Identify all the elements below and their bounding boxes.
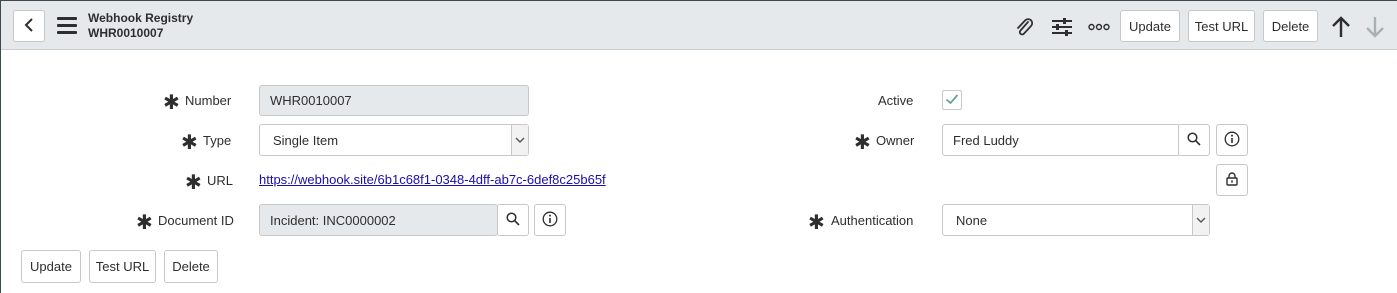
owner-value: Fred Luddy xyxy=(953,132,1019,148)
document-id-value: Incident: INC0000002 xyxy=(270,212,396,228)
required-icon: ✱ xyxy=(181,132,198,154)
document-id-info-button[interactable] xyxy=(534,204,566,236)
url-link[interactable]: https://webhook.site/6b1c68f1-0348-4dff-… xyxy=(259,172,606,187)
search-icon xyxy=(1187,131,1201,149)
search-icon xyxy=(506,211,520,229)
type-select[interactable]: Single Item xyxy=(259,124,529,156)
more-icon[interactable] xyxy=(1087,16,1111,38)
type-label: Type xyxy=(203,133,232,148)
delete-button[interactable]: Delete xyxy=(1263,10,1318,42)
paperclip-icon[interactable] xyxy=(1011,14,1037,40)
number-label: Number xyxy=(185,93,232,108)
owner-info-button[interactable] xyxy=(1216,124,1248,156)
url-lock-button[interactable] xyxy=(1216,164,1248,196)
owner-label: Owner xyxy=(876,133,915,148)
footer-delete-button[interactable]: Delete xyxy=(164,250,218,283)
active-checkbox[interactable] xyxy=(942,90,962,110)
required-icon: ✱ xyxy=(808,212,825,234)
page-title: Webhook Registry xyxy=(88,11,194,25)
type-value: Single Item xyxy=(273,132,339,148)
menu-icon[interactable] xyxy=(57,17,77,35)
info-icon xyxy=(1224,131,1240,150)
chevron-down-icon xyxy=(1192,205,1209,235)
required-icon: ✱ xyxy=(163,92,180,114)
back-button[interactable] xyxy=(13,10,45,42)
document-id-search-button[interactable] xyxy=(497,204,529,236)
required-icon: ✱ xyxy=(854,132,871,154)
record-number: WHR0010007 xyxy=(88,26,164,40)
chevron-down-icon xyxy=(511,125,528,155)
check-icon xyxy=(945,93,959,108)
number-value: WHR0010007 xyxy=(270,93,352,108)
arrow-up-icon[interactable] xyxy=(1329,14,1353,40)
url-label: URL xyxy=(207,173,234,188)
document-id-label: Document ID xyxy=(158,213,234,228)
required-icon: ✱ xyxy=(185,172,202,194)
form-header: Webhook Registry WHR0010007 Update Test … xyxy=(1,1,1397,50)
info-icon xyxy=(542,211,558,230)
number-field: WHR0010007 xyxy=(259,85,529,116)
required-icon: ✱ xyxy=(136,212,153,234)
test-url-button[interactable]: Test URL xyxy=(1188,10,1255,42)
owner-input[interactable]: Fred Luddy xyxy=(942,124,1180,156)
back-icon xyxy=(23,17,35,36)
authentication-select[interactable]: None xyxy=(942,204,1210,236)
owner-search-button[interactable] xyxy=(1178,124,1210,156)
authentication-label: Authentication xyxy=(831,213,914,228)
arrow-down-icon[interactable] xyxy=(1363,14,1387,40)
footer-test-url-button[interactable]: Test URL xyxy=(89,250,156,283)
sliders-icon[interactable] xyxy=(1049,14,1075,40)
active-label: Active xyxy=(878,93,914,108)
authentication-value: None xyxy=(956,212,988,228)
document-id-field: Incident: INC0000002 xyxy=(259,204,498,236)
lock-icon xyxy=(1226,171,1238,189)
footer-update-button[interactable]: Update xyxy=(21,250,81,283)
update-button[interactable]: Update xyxy=(1120,10,1180,42)
